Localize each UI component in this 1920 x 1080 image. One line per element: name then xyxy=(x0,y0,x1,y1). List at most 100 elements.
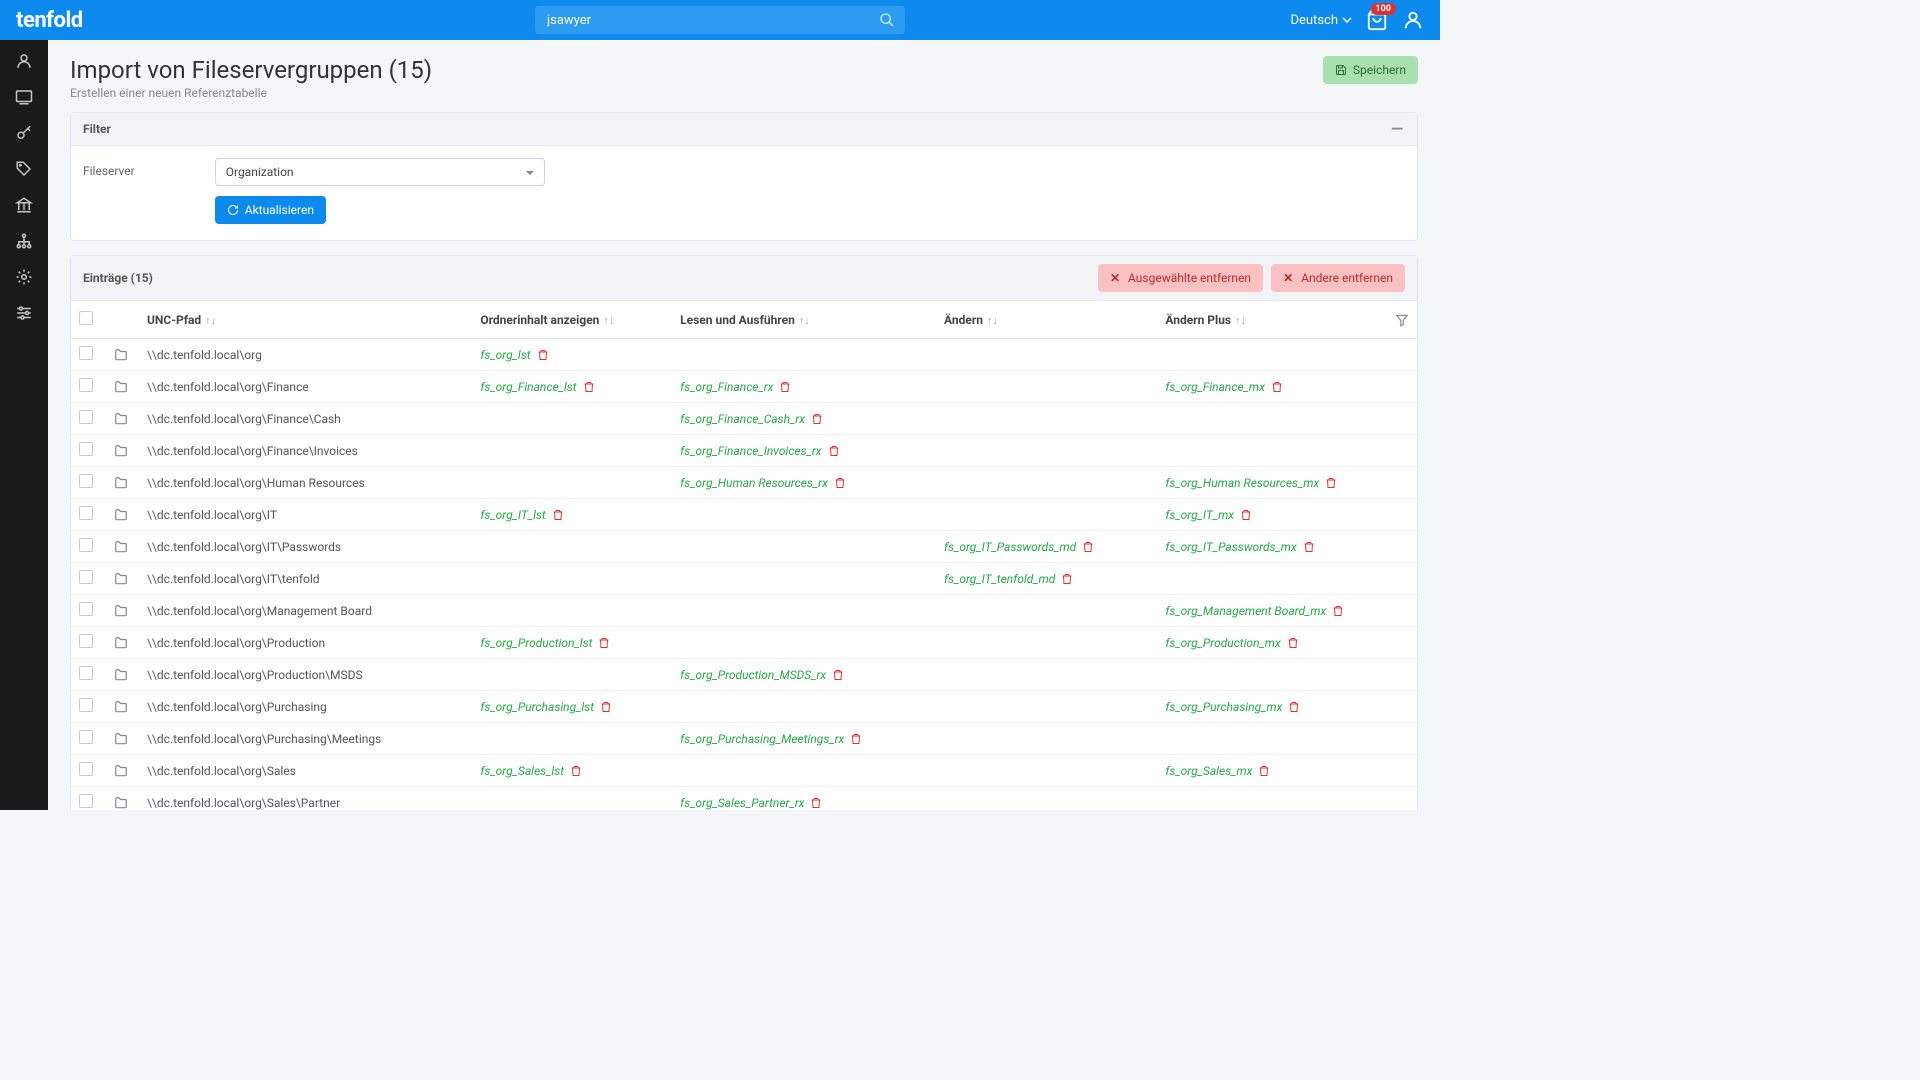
row-checkbox[interactable] xyxy=(79,346,93,360)
search-icon[interactable] xyxy=(879,12,895,28)
folder-icon xyxy=(113,476,129,490)
group-name: fs_org_Finance_lst xyxy=(480,380,576,394)
bank-icon[interactable] xyxy=(15,196,33,214)
unc-path: \\dc.tenfold.local\org\Sales\Partner xyxy=(139,787,472,811)
sidebar xyxy=(0,40,48,810)
row-checkbox[interactable] xyxy=(79,442,93,456)
unc-path: \\dc.tenfold.local\org\Management Board xyxy=(139,595,472,627)
trash-icon[interactable] xyxy=(834,477,846,489)
col-unc[interactable]: UNC-Pfad↑↓ xyxy=(139,301,472,339)
trash-icon[interactable] xyxy=(828,445,840,457)
trash-icon[interactable] xyxy=(832,669,844,681)
cart-button[interactable]: 100 xyxy=(1366,9,1388,31)
table-row: \\dc.tenfold.local\org\Human Resourcesfs… xyxy=(71,467,1417,499)
sort-icon: ↑↓ xyxy=(987,314,998,327)
trash-icon[interactable] xyxy=(810,797,822,809)
select-all-checkbox[interactable] xyxy=(79,311,93,325)
row-checkbox[interactable] xyxy=(79,538,93,552)
table-row: \\dc.tenfold.local\org\Finance\Cashfs_or… xyxy=(71,403,1417,435)
refresh-button[interactable]: Aktualisieren xyxy=(215,196,326,224)
trash-icon[interactable] xyxy=(1288,701,1300,713)
unc-path: \\dc.tenfold.local\org\Finance\Invoices xyxy=(139,435,472,467)
unc-path: \\dc.tenfold.local\org\IT\Passwords xyxy=(139,531,472,563)
col-read[interactable]: Lesen und Ausführen↑↓ xyxy=(672,301,936,339)
trash-icon[interactable] xyxy=(1332,605,1344,617)
unc-path: \\dc.tenfold.local\org xyxy=(139,339,472,371)
unc-path: \\dc.tenfold.local\org\Sales xyxy=(139,755,472,787)
group-name: fs_org_Purchasing_mx xyxy=(1165,700,1282,714)
folder-icon xyxy=(113,636,129,650)
group-name: fs_org_Management Board_mx xyxy=(1165,604,1326,618)
key-icon[interactable] xyxy=(15,124,33,142)
remove-others-button[interactable]: ✕ Andere entfernen xyxy=(1271,264,1405,292)
col-modify-plus[interactable]: Ändern Plus↑↓ xyxy=(1157,301,1417,339)
language-selector[interactable]: Deutsch xyxy=(1290,13,1352,28)
trash-icon[interactable] xyxy=(1082,541,1094,553)
row-checkbox[interactable] xyxy=(79,730,93,744)
table-row: \\dc.tenfold.local\org\Productionfs_org_… xyxy=(71,627,1417,659)
row-checkbox[interactable] xyxy=(79,474,93,488)
trash-icon[interactable] xyxy=(583,381,595,393)
trash-icon[interactable] xyxy=(1271,381,1283,393)
sliders-icon[interactable] xyxy=(15,304,33,322)
trash-icon[interactable] xyxy=(811,413,823,425)
group-name: fs_org_IT_mx xyxy=(1165,508,1234,522)
row-checkbox[interactable] xyxy=(79,602,93,616)
trash-icon[interactable] xyxy=(1325,477,1337,489)
trash-icon[interactable] xyxy=(600,701,612,713)
trash-icon[interactable] xyxy=(1258,765,1270,777)
trash-icon[interactable] xyxy=(570,765,582,777)
row-checkbox[interactable] xyxy=(79,666,93,680)
entries-table: UNC-Pfad↑↓ Ordnerinhalt anzeigen↑↓ Lesen… xyxy=(71,301,1417,810)
monitor-icon[interactable] xyxy=(15,88,33,106)
hierarchy-icon[interactable] xyxy=(15,232,33,250)
table-row: \\dc.tenfold.local\org\IT fs_org_IT_lst fs… xyxy=(71,499,1417,531)
trash-icon[interactable] xyxy=(1061,573,1073,585)
group-name: fs_org_Sales_mx xyxy=(1165,764,1252,778)
trash-icon[interactable] xyxy=(1303,541,1315,553)
folder-icon xyxy=(113,380,129,394)
person-icon[interactable] xyxy=(15,52,33,70)
trash-icon[interactable] xyxy=(1240,509,1252,521)
fileserver-select[interactable]: Organization xyxy=(215,158,545,186)
folder-icon xyxy=(113,732,129,746)
save-button[interactable]: Speichern xyxy=(1323,56,1418,84)
row-checkbox[interactable] xyxy=(79,570,93,584)
row-checkbox[interactable] xyxy=(79,410,93,424)
user-icon[interactable] xyxy=(1402,9,1424,31)
save-icon xyxy=(1335,64,1347,76)
row-checkbox[interactable] xyxy=(79,698,93,712)
unc-path: \\dc.tenfold.local\org\Finance xyxy=(139,371,472,403)
table-row: \\dc.tenfold.local\org\Purchasingfs_org_… xyxy=(71,691,1417,723)
trash-icon[interactable] xyxy=(552,509,564,521)
trash-icon[interactable] xyxy=(779,381,791,393)
entries-panel: Einträge (15) ✕ Ausgewählte entfernen ✕ … xyxy=(70,255,1418,810)
refresh-label: Aktualisieren xyxy=(245,203,314,217)
search-input[interactable] xyxy=(535,6,905,34)
main-content: Import von Fileservergruppen (15) Erstel… xyxy=(48,40,1440,810)
table-row: \\dc.tenfold.local\org\Sales fs_org_Sales… xyxy=(71,755,1417,787)
collapse-icon[interactable]: — xyxy=(1391,121,1405,137)
tag-icon[interactable] xyxy=(15,160,33,178)
col-list[interactable]: Ordnerinhalt anzeigen↑↓ xyxy=(472,301,672,339)
row-checkbox[interactable] xyxy=(79,762,93,776)
trash-icon[interactable] xyxy=(537,349,549,361)
row-checkbox[interactable] xyxy=(79,506,93,520)
filter-icon[interactable] xyxy=(1395,313,1409,327)
group-name: fs_org_IT_Passwords_mx xyxy=(1165,540,1296,554)
col-modify[interactable]: Ändern↑↓ xyxy=(936,301,1157,339)
chevron-down-icon xyxy=(1342,15,1352,25)
unc-path: \\dc.tenfold.local\org\Purchasing\Meetin… xyxy=(139,723,472,755)
row-checkbox[interactable] xyxy=(79,634,93,648)
trash-icon[interactable] xyxy=(850,733,862,745)
row-checkbox[interactable] xyxy=(79,378,93,392)
trash-icon[interactable] xyxy=(1287,637,1299,649)
folder-icon xyxy=(113,508,129,522)
remove-selected-button[interactable]: ✕ Ausgewählte entfernen xyxy=(1098,264,1263,292)
entries-heading: Einträge (15) xyxy=(83,271,153,285)
unc-path: \\dc.tenfold.local\org\IT xyxy=(139,499,472,531)
row-checkbox[interactable] xyxy=(79,794,93,808)
group-name: fs_org_IT_lst xyxy=(480,508,545,522)
trash-icon[interactable] xyxy=(598,637,610,649)
settings-gear-icon[interactable] xyxy=(15,268,33,286)
